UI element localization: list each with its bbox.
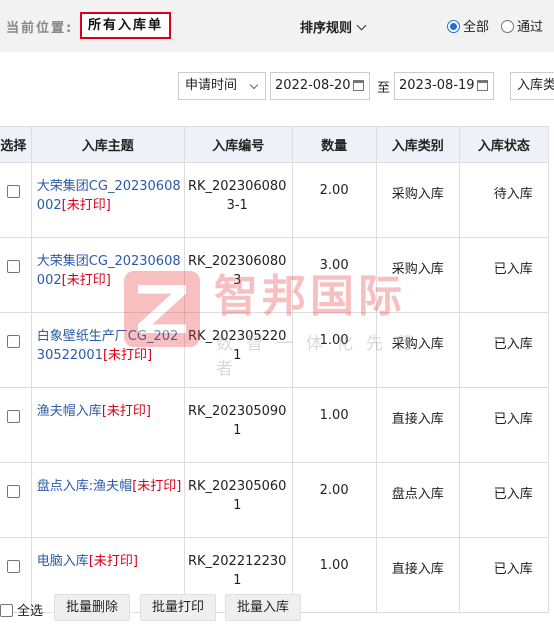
date-to-value: 2023-08-19 — [399, 78, 475, 93]
qty-cell: 3.00 — [291, 237, 377, 313]
topic-cell: 盘点入库:渔夫帽[未打印] — [30, 462, 185, 538]
type-cell: 直接入库 — [375, 387, 460, 463]
type-cell: 盘点入库 — [375, 462, 460, 538]
qty-cell: 2.00 — [291, 162, 377, 238]
calendar-icon[interactable] — [353, 80, 364, 91]
status-cell: 已入库 — [458, 237, 550, 313]
date-to-input[interactable]: 2023-08-19 — [394, 72, 494, 100]
row-select-cell — [0, 462, 32, 538]
field-select[interactable]: 申请时间 — [178, 72, 266, 100]
radio-approved[interactable]: 通过 — [501, 16, 543, 35]
topic-cell: 渔夫帽入库[未打印] — [30, 387, 185, 463]
top-bar: 当前位置: 所有入库单 排序规则 全部 通过 — [0, 0, 554, 52]
status-cell: 已入库 — [458, 312, 550, 388]
batch-stock-in-button[interactable]: 批量入库 — [225, 594, 302, 621]
table-row: 白象壁纸生产厂CG_20230522001[未打印] RK_2023052201… — [0, 312, 550, 388]
field-select-value: 申请时间 — [185, 78, 238, 93]
page-title: 所有入库单 — [80, 12, 172, 39]
radio-all-label: 全部 — [463, 20, 490, 35]
print-status-tag: [未打印] — [101, 404, 151, 419]
row-select-cell — [0, 237, 32, 313]
header-type: 入库类别 — [375, 126, 460, 163]
sort-dropdown[interactable]: 排序规则 — [300, 17, 367, 36]
row-checkbox[interactable] — [6, 260, 20, 273]
topic-link[interactable]: 盘点入库:渔夫帽 — [37, 479, 132, 494]
print-status-tag: [未打印] — [102, 348, 153, 363]
type-select-value: 入库类 — [517, 78, 554, 93]
row-checkbox[interactable] — [6, 485, 20, 498]
code-cell: RK_2023050901 — [183, 387, 293, 463]
table-row: 大荣集团CG_20230608002[未打印] RK_2023060803-1 … — [0, 162, 550, 238]
calendar-icon[interactable] — [477, 80, 488, 91]
topic-cell: 大荣集团CG_20230608002[未打印] — [30, 237, 185, 313]
radio-unchecked-icon — [501, 20, 514, 33]
stock-in-table: 选择 入库主题 入库编号 数量 入库类别 入库状态 大荣集团CG_2023060… — [0, 126, 550, 613]
row-select-cell — [0, 162, 32, 238]
qty-cell: 1.00 — [291, 312, 377, 388]
table-row: 盘点入库:渔夫帽[未打印] RK_2023050601 2.00 盘点入库 已入… — [0, 462, 550, 538]
row-checkbox[interactable] — [6, 185, 20, 198]
date-separator: 至 — [377, 81, 391, 96]
row-checkbox[interactable] — [6, 335, 20, 348]
select-all-checkbox[interactable] — [0, 604, 13, 617]
date-from-value: 2022-08-20 — [275, 78, 351, 93]
radio-approved-label: 通过 — [517, 20, 544, 35]
status-cell: 已入库 — [458, 387, 550, 463]
code-cell: RK_2023050601 — [183, 462, 293, 538]
batch-delete-button[interactable]: 批量删除 — [54, 594, 131, 621]
topic-cell: 大荣集团CG_20230608002[未打印] — [30, 162, 185, 238]
code-cell: RK_2023060803 — [183, 237, 293, 313]
status-cell: 已入库 — [458, 462, 550, 538]
header-qty: 数量 — [291, 126, 377, 163]
print-status-tag: [未打印] — [61, 273, 111, 288]
table-header-row: 选择 入库主题 入库编号 数量 入库类别 入库状态 — [0, 126, 550, 163]
row-select-cell — [0, 312, 32, 388]
row-select-cell — [0, 387, 32, 463]
topic-link[interactable]: 渔夫帽入库 — [37, 404, 102, 419]
code-cell: RK_2023052201 — [183, 312, 293, 388]
bottom-toolbar: 全选 批量删除 批量打印 批量入库 — [0, 594, 554, 624]
print-status-tag: [未打印] — [88, 554, 138, 569]
header-status: 入库状态 — [458, 126, 550, 163]
select-all[interactable]: 全选 — [0, 600, 43, 619]
header-code: 入库编号 — [183, 126, 293, 163]
date-from-input[interactable]: 2022-08-20 — [270, 72, 370, 100]
topic-link[interactable]: 电脑入库 — [37, 554, 89, 569]
type-cell: 采购入库 — [375, 312, 460, 388]
code-cell: RK_2023060803-1 — [183, 162, 293, 238]
select-all-label: 全选 — [17, 604, 44, 619]
type-cell: 采购入库 — [375, 162, 460, 238]
type-cell: 采购入库 — [375, 237, 460, 313]
filter-bar: 申请时间 2022-08-20 至 2023-08-19 入库类 — [0, 72, 554, 104]
qty-cell: 1.00 — [291, 387, 377, 463]
topic-cell: 白象壁纸生产厂CG_20230522001[未打印] — [30, 312, 185, 388]
header-topic: 入库主题 — [30, 126, 185, 163]
breadcrumb-label: 当前位置: — [6, 21, 74, 36]
qty-cell: 2.00 — [291, 462, 377, 538]
chevron-down-icon — [249, 80, 259, 90]
table-row: 大荣集团CG_20230608002[未打印] RK_2023060803 3.… — [0, 237, 550, 313]
print-status-tag: [未打印] — [132, 479, 182, 494]
print-status-tag: [未打印] — [61, 198, 111, 213]
row-checkbox[interactable] — [6, 410, 20, 423]
chevron-down-icon — [356, 20, 367, 31]
batch-print-button[interactable]: 批量打印 — [140, 594, 217, 621]
sort-label: 排序规则 — [300, 21, 353, 36]
radio-all[interactable]: 全部 — [447, 16, 489, 35]
radio-checked-icon — [447, 20, 460, 33]
status-cell: 待入库 — [458, 162, 550, 238]
type-select[interactable]: 入库类 — [510, 72, 554, 100]
table-row: 渔夫帽入库[未打印] RK_2023050901 1.00 直接入库 已入库 — [0, 387, 550, 463]
row-checkbox[interactable] — [6, 560, 20, 573]
header-select: 选择 — [0, 126, 32, 163]
